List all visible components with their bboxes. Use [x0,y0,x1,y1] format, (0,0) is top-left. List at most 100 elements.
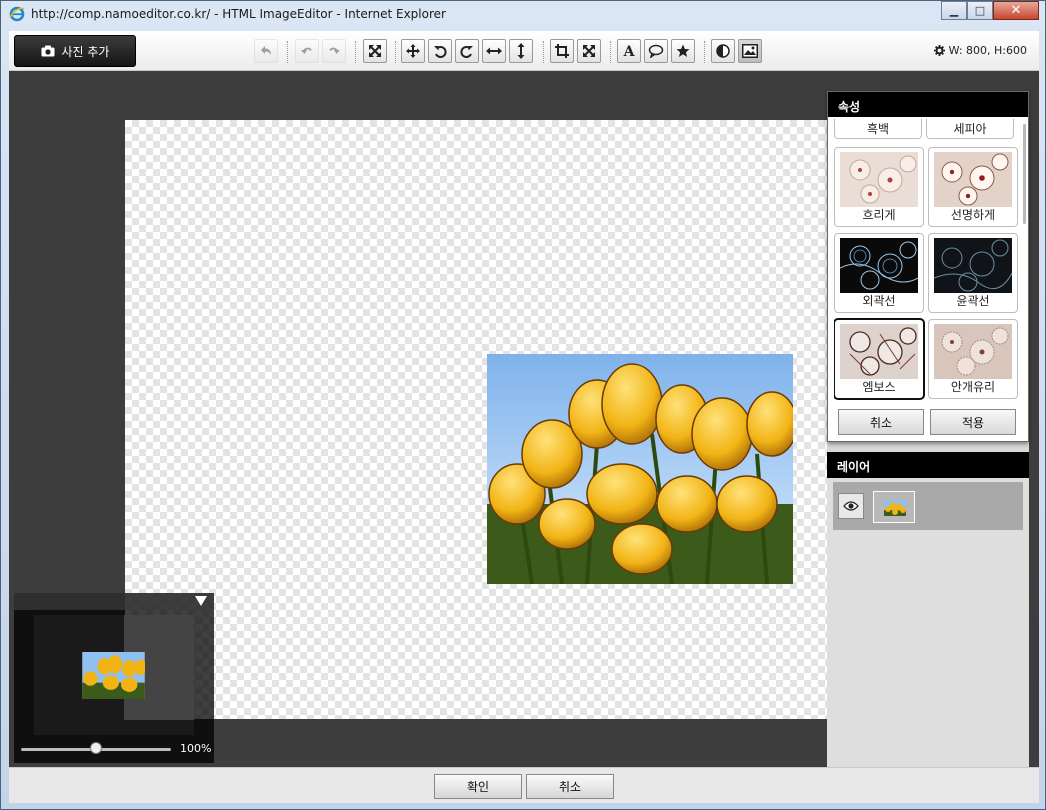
cancel-button[interactable]: 취소 [526,774,614,799]
zoom-slider-handle[interactable] [90,742,102,754]
toolbar-group-adjust [711,39,762,63]
toolbar-separator [395,41,396,63]
effect-blur[interactable]: 흐리게 [834,147,924,227]
visibility-toggle[interactable] [838,493,864,519]
toolbar-separator [287,41,288,63]
crop-icon [555,44,569,58]
flip-vertical-button[interactable] [509,39,533,63]
toolbar-group-crop [550,39,601,63]
effect-thumbnail [840,238,918,293]
window-controls: ▁ □ ✕ [941,1,1039,20]
toolbar-group-transform [401,39,533,63]
layer-thumbnail [873,491,915,523]
toolbar-separator [610,41,611,63]
add-photo-label: 사진 추가 [61,44,110,59]
navigator-panel: 100% [14,593,214,763]
eye-icon [843,501,859,511]
camera-icon [41,45,54,57]
effect-label: 선명하게 [950,208,996,222]
toolbar-group-reset [254,39,278,63]
toolbar-separator [704,41,705,63]
ok-button[interactable]: 확인 [434,774,522,799]
resize-icon [583,45,595,57]
navigator-header [14,593,214,610]
toolbar-group-fit [363,39,387,63]
navigator-preview[interactable] [34,615,194,735]
effect-thumbnail [840,152,918,207]
rotate-left-icon [434,46,447,58]
flip-horizontal-button[interactable] [482,39,506,63]
text-button[interactable]: A [617,39,641,63]
image-size-info: W: 800, H:600 [933,44,1027,57]
effect-sepia[interactable]: 세피아 [926,119,1014,139]
move-icon [406,44,420,58]
tulip-photo[interactable] [487,354,793,584]
flip-vertical-icon [517,43,525,59]
workspace: 100% 속성 흑백 세피아 흐리게 선명하게 외곽선 윤곽선 엠보스 안개유리… [9,71,1039,767]
move-button[interactable] [401,39,425,63]
effect-label: 외곽선 [862,294,896,308]
image-icon [742,44,758,58]
effects-top-row: 흑백 세피아 [834,119,1022,139]
contrast-button[interactable] [711,39,735,63]
svg-text:A: A [623,44,636,58]
effect-label: 흐리게 [862,208,896,222]
toolbar-group-insert: A [617,39,695,63]
effect-contour[interactable]: 윤곽선 [928,233,1018,313]
effect-thumbnail [934,238,1012,293]
resize-button[interactable] [577,39,601,63]
rotate-left-button[interactable] [428,39,452,63]
maximize-button[interactable]: □ [967,1,993,20]
properties-actions: 취소 적용 [838,409,1016,435]
contrast-icon [716,44,730,58]
star-icon [676,44,690,57]
properties-panel: 속성 흑백 세피아 흐리게 선명하게 외곽선 윤곽선 엠보스 안개유리 취소 적… [827,91,1029,442]
redo-button[interactable] [322,39,346,63]
collapse-triangle-icon[interactable] [195,596,207,606]
speech-bubble-button[interactable] [644,39,668,63]
effect-cancel-button[interactable]: 취소 [838,409,924,435]
speech-bubble-icon [648,44,664,58]
layers-header: 레이어 [827,452,1029,478]
effects-scrollbar[interactable] [1023,124,1026,224]
window-title: http://comp.namoeditor.co.kr/ - HTML Ima… [31,7,446,21]
effect-thumbnail [934,152,1012,207]
effect-apply-button[interactable]: 적용 [930,409,1016,435]
redo-icon [329,47,340,54]
internet-explorer-icon [9,6,25,22]
undo-button[interactable] [295,39,319,63]
effects-list: 흑백 세피아 흐리게 선명하게 외곽선 윤곽선 엠보스 안개유리 [834,119,1022,403]
effect-label: 엠보스 [862,380,896,394]
toolbar-separator [355,41,356,63]
star-button[interactable] [671,39,695,63]
minimize-button[interactable]: ▁ [941,1,967,20]
crop-button[interactable] [550,39,574,63]
zoom-level: 100% [180,742,212,755]
toolbar-group-history [295,39,346,63]
rotate-right-icon [460,46,473,58]
effect-edge[interactable]: 외곽선 [834,233,924,313]
image-filter-button[interactable] [738,39,762,63]
image-canvas[interactable] [125,120,828,719]
effect-grayscale[interactable]: 흑백 [834,119,922,139]
effects-grid: 흐리게 선명하게 외곽선 윤곽선 엠보스 안개유리 [834,147,1020,399]
effect-label: 윤곽선 [956,294,990,308]
add-photo-button[interactable]: 사진 추가 [14,35,136,67]
effect-label: 안개유리 [950,380,996,394]
undo-icon [301,47,312,54]
browser-window: http://comp.namoeditor.co.kr/ - HTML Ima… [0,0,1046,810]
undo-all-button[interactable] [254,39,278,63]
fit-screen-button[interactable] [363,39,387,63]
layer-item[interactable] [833,482,1023,530]
tulip-image [487,354,793,584]
editor-toolbar: 사진 추가 A W: 800, H:600 [9,31,1039,71]
effect-emboss[interactable]: 엠보스 [834,319,924,399]
effect-sharpen[interactable]: 선명하게 [928,147,1018,227]
effect-frosted-glass[interactable]: 안개유리 [928,319,1018,399]
rotate-right-button[interactable] [455,39,479,63]
layers-panel: 레이어 [827,452,1029,767]
close-button[interactable]: ✕ [993,1,1039,20]
image-size-text: W: 800, H:600 [948,44,1027,57]
text-icon: A [623,44,636,58]
effect-thumbnail [934,324,1012,379]
